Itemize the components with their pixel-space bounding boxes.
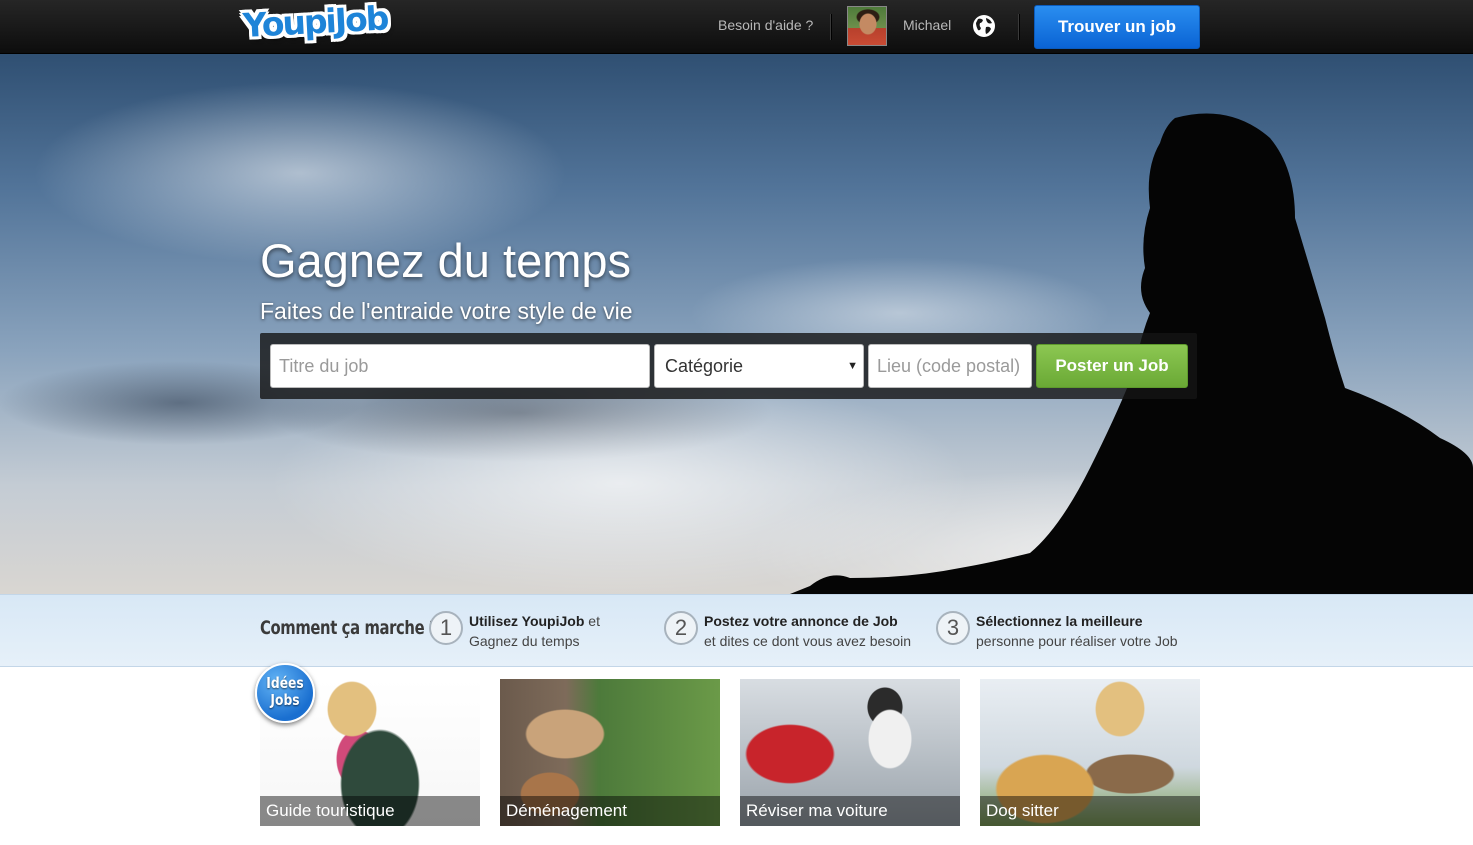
hero-subtitle: Faites de l'entraide votre style de vie [260,298,633,324]
location-input[interactable] [868,344,1032,388]
globe-icon[interactable] [972,14,996,38]
user-name-link[interactable]: Michael [903,17,951,33]
hero-banner: Gagnez du temps Faites de l'entraide vot… [0,53,1473,594]
user-avatar[interactable] [847,6,887,46]
step-description: Postez votre annonce de Job et dites ce … [704,611,911,651]
job-title-input[interactable] [270,344,650,388]
step-title-suffix: et [584,613,600,629]
top-navigation-bar: YoupiJob Besoin d'aide ? Michael Trouver… [0,0,1473,54]
job-search-form: Catégorie ▼ Poster un Job [260,333,1197,399]
step-title: Postez votre annonce de Job [704,613,898,629]
job-idea-label: Réviser ma voiture [740,796,960,826]
nav-divider [1018,14,1020,40]
how-it-works-title: Comment ça marche ? [260,617,438,639]
post-job-button[interactable]: Poster un Job [1036,344,1188,388]
help-link[interactable]: Besoin d'aide ? [718,17,813,33]
badge-line: Jobs [270,691,300,709]
job-ideas-badge: Idées Jobs [255,663,315,723]
job-idea-card-car-service[interactable]: Réviser ma voiture [740,679,960,826]
step-number: 2 [664,611,698,645]
step-description: Utilisez YoupiJob et Gagnez du temps [469,611,600,651]
job-idea-card-dog-sitter[interactable]: Dog sitter [980,679,1200,826]
job-idea-card-moving[interactable]: Déménagement [500,679,720,826]
job-idea-label: Dog sitter [980,796,1200,826]
youpijob-logo[interactable]: YoupiJob [242,0,389,67]
category-select[interactable]: Catégorie ▼ [654,344,864,388]
step-number: 3 [936,611,970,645]
badge-line: Idées [266,674,304,692]
step-line2: Gagnez du temps [469,633,580,649]
hero-title: Gagnez du temps [260,234,631,287]
step-description: Sélectionnez la meilleure personne pour … [976,611,1178,651]
find-job-button[interactable]: Trouver un job [1034,5,1200,49]
nav-divider [830,14,832,40]
step-title: Utilisez YoupiJob [469,613,585,629]
job-idea-label: Déménagement [500,796,720,826]
job-idea-label: Guide touristique [260,796,480,826]
step-line2: et dites ce dont vous avez besoin [704,633,912,649]
how-it-works-bar: Comment ça marche ? 1 Utilisez YoupiJob … [0,594,1473,667]
step-title: Sélectionnez la meilleure [976,613,1143,629]
category-select-value: Catégorie [665,355,744,376]
chevron-down-icon: ▼ [847,360,858,372]
step-number: 1 [429,611,463,645]
step-line2: personne pour réaliser votre Job [976,633,1178,649]
